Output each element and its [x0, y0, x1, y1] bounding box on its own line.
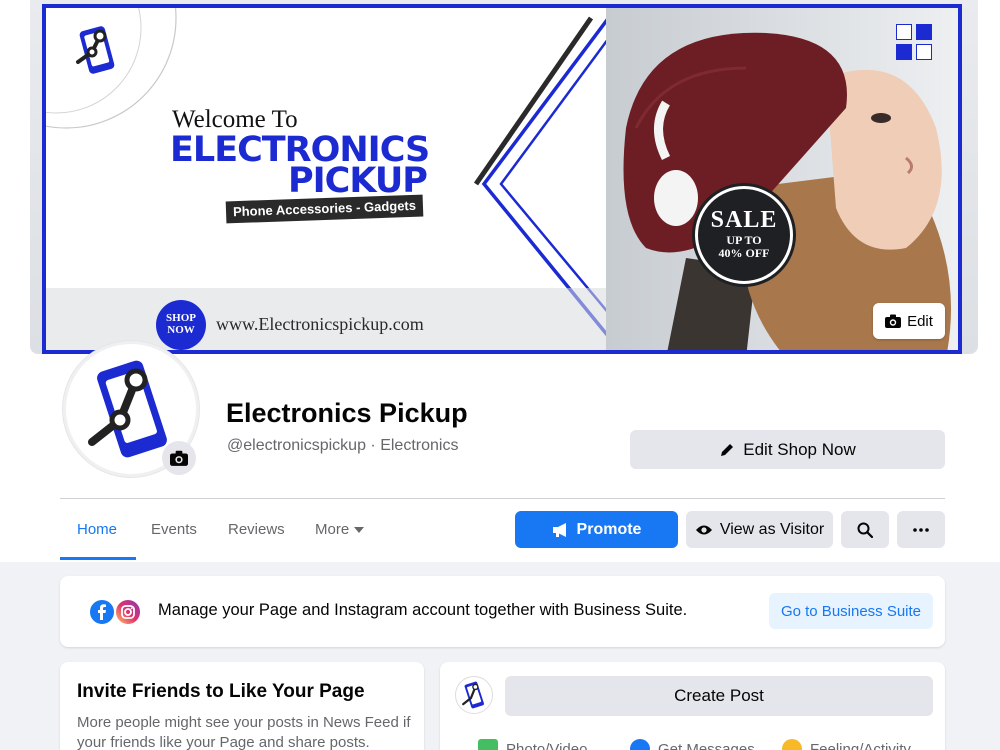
tab-events[interactable]: Events: [151, 521, 197, 538]
sale-title: SALE: [710, 207, 778, 233]
shop-now-line1: SHOP: [166, 312, 196, 324]
cover-edit-button[interactable]: Edit: [873, 303, 945, 339]
promote-label: Promote: [576, 520, 642, 538]
caret-down-icon: [354, 526, 365, 533]
view-as-visitor-label: View as Visitor: [719, 520, 825, 538]
megaphone-icon: [552, 522, 566, 537]
invite-friends-text: More people might see your posts in News…: [77, 714, 411, 750]
search-button[interactable]: [841, 511, 889, 548]
tab-reviews[interactable]: Reviews: [228, 521, 285, 538]
promote-button[interactable]: Promote: [515, 511, 678, 548]
invite-friends-title: Invite Friends to Like Your Page: [77, 681, 365, 702]
page-title: Electronics Pickup: [226, 398, 468, 428]
view-as-visitor-button[interactable]: View as Visitor: [686, 511, 833, 548]
create-post-button[interactable]: Create Post: [505, 676, 933, 716]
cover-logo-icon: [76, 26, 115, 74]
shop-now-line2: NOW: [167, 324, 195, 336]
header-divider: [60, 498, 945, 499]
profile-logo-icon: [462, 681, 484, 709]
messenger-icon: [630, 739, 650, 750]
photo-icon: [478, 739, 498, 750]
more-options-button[interactable]: [897, 511, 945, 548]
cover-grid-logo: [896, 24, 934, 62]
search-icon: [857, 522, 873, 538]
cover-photo[interactable]: Welcome To ELECTRONICS PICKUP Phone Acce…: [42, 4, 962, 354]
go-to-business-suite-button[interactable]: Go to Business Suite: [769, 593, 933, 629]
eye-icon: [695, 525, 712, 534]
tab-more[interactable]: More: [315, 521, 365, 538]
tab-home[interactable]: Home: [77, 521, 117, 538]
photo-video-option[interactable]: Photo/Video: [478, 739, 587, 750]
camera-icon: [885, 314, 902, 328]
tab-active-indicator: [60, 557, 136, 560]
ellipsis-icon: [913, 527, 929, 532]
tab-more-label: More: [315, 521, 350, 538]
feeling-activity-option[interactable]: Feeling/Activity: [782, 739, 911, 750]
smiley-icon: [782, 739, 802, 750]
avatar-camera-button[interactable]: [162, 441, 196, 475]
get-messages-option[interactable]: Get Messages: [630, 739, 755, 750]
photo-video-label: Photo/Video: [506, 740, 588, 750]
cover-url: www.Electronicspickup.com: [216, 314, 424, 334]
edit-shop-now-label: Edit Shop Now: [743, 439, 856, 459]
cover-sale-badge: SALE UP TO 40% OFF: [695, 186, 793, 284]
feeling-activity-label: Feeling/Activity: [810, 740, 911, 750]
business-suite-text: Manage your Page and Instagram account t…: [158, 601, 688, 619]
pencil-icon: [721, 443, 734, 456]
instagram-icon: [114, 598, 142, 626]
edit-shop-now-button[interactable]: Edit Shop Now: [630, 430, 945, 469]
cover-edit-label: Edit: [907, 312, 933, 330]
facebook-icon: [88, 598, 116, 626]
page-handle: @electronicspickup · Electronics: [227, 437, 459, 454]
cover-shop-now-badge: SHOP NOW: [156, 300, 206, 350]
create-post-avatar: [455, 676, 493, 714]
camera-icon: [170, 450, 188, 466]
sale-percent: 40% OFF: [718, 246, 770, 260]
get-messages-label: Get Messages: [658, 740, 755, 750]
